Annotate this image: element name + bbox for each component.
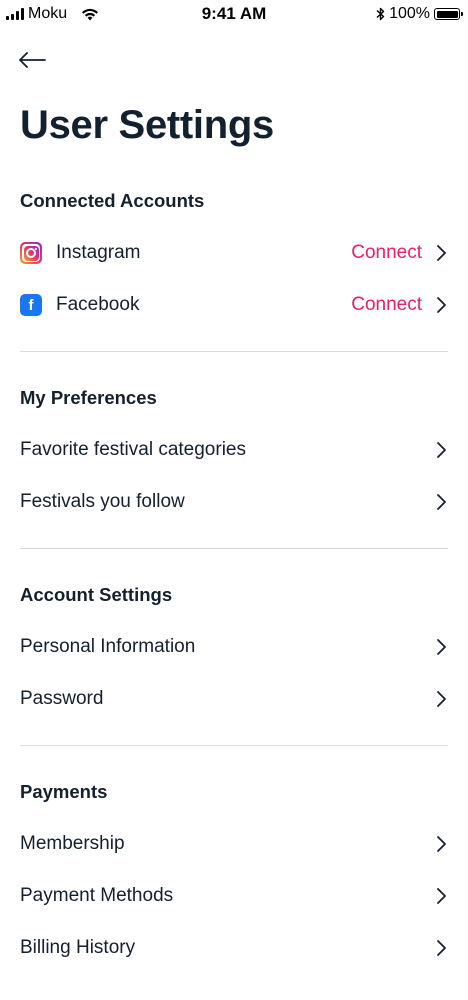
carrier-name: Moku [28,5,68,22]
settings-list: Connected Accounts Instagram Connect f F… [20,175,448,974]
divider [20,351,448,352]
battery-icon [434,8,463,20]
chevron-right-icon [437,297,446,313]
chevron-right-icon [437,836,446,852]
chevron-right-icon [437,940,446,956]
row-label: Password [20,688,104,709]
row-festivals-you-follow[interactable]: Festivals you follow [20,476,448,528]
row-label: Membership [20,833,125,854]
page-title: User Settings [20,103,274,147]
row-label-instagram: Instagram [56,242,141,263]
status-right: 100% [376,5,463,23]
section-heading-my-preferences: My Preferences [20,387,157,408]
row-membership[interactable]: Membership [20,818,448,870]
connect-instagram-link[interactable]: Connect [351,242,422,264]
chevron-right-icon [437,442,446,458]
section-heading-connected-accounts: Connected Accounts [20,190,205,211]
signal-icon [6,8,24,20]
row-label: Festivals you follow [20,491,185,512]
row-instagram[interactable]: Instagram Connect [20,227,448,279]
row-facebook[interactable]: f Facebook Connect [20,279,448,331]
chevron-right-icon [437,639,446,655]
row-billing-history[interactable]: Billing History [20,922,448,974]
chevron-right-icon [437,245,446,261]
facebook-icon: f [20,294,42,316]
chevron-right-icon [437,888,446,904]
status-bar: Moku 9:41 AM 100% [0,0,468,28]
wifi-icon [82,8,99,20]
chevron-right-icon [437,691,446,707]
divider [20,745,448,746]
bluetooth-icon [376,7,385,21]
row-label-facebook: Facebook [56,294,140,315]
section-heading-payments: Payments [20,781,108,802]
row-password[interactable]: Password [20,673,448,725]
arrow-left-icon [19,52,46,68]
chevron-right-icon [437,494,446,510]
instagram-icon [20,242,42,264]
row-label: Billing History [20,937,136,958]
row-payment-methods[interactable]: Payment Methods [20,870,448,922]
row-label: Personal Information [20,636,196,657]
divider [20,548,448,549]
back-button[interactable] [18,46,50,74]
row-label: Favorite festival categories [20,439,246,460]
section-heading-account-settings: Account Settings [20,584,173,605]
status-left: Moku [6,5,99,23]
row-personal-information[interactable]: Personal Information [20,621,448,673]
battery-percent: 100% [389,5,430,22]
row-label: Payment Methods [20,885,174,906]
connect-facebook-link[interactable]: Connect [351,294,422,316]
row-favorite-festival-categories[interactable]: Favorite festival categories [20,424,448,476]
